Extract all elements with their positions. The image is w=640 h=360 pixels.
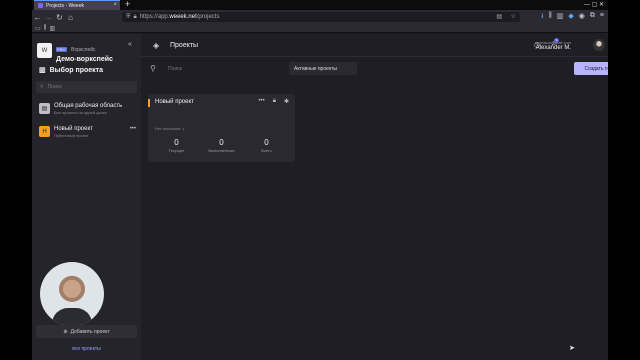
stat-value: 0 (264, 138, 269, 147)
project-avatar-icon: Н (39, 126, 50, 137)
new-tab-button[interactable]: + (125, 0, 130, 9)
account-icon[interactable]: ◉ (579, 12, 585, 23)
stat-value: 0 (219, 138, 224, 147)
layers-icon: ◈ (153, 41, 160, 50)
shield-icon: ⛨ (126, 13, 131, 20)
sidebar-toggle-icon[interactable]: ▥ (49, 25, 55, 32)
sidebar-icon[interactable]: ▥ (557, 12, 564, 23)
url-text: https://app.weeek.net/projects (139, 14, 220, 20)
close-tab-icon[interactable]: × (113, 2, 117, 8)
home-icon[interactable]: ⌂ (65, 13, 76, 22)
stat-total: 0 Всего (245, 138, 289, 153)
stat-label: Текущие (168, 148, 185, 153)
add-project-button[interactable]: ⊕ Добавить проект (36, 325, 137, 338)
status-filter-select[interactable]: Активные проекты (289, 62, 357, 75)
user-name: Alexander M. (535, 45, 571, 51)
create-project-button[interactable]: Создать проект (574, 62, 608, 75)
search-icon[interactable]: ⚲ (150, 64, 156, 73)
workspace-switcher[interactable]: W PRO Воркспейс Демо-воркспейс (37, 38, 113, 63)
favicon-icon (38, 3, 43, 8)
main-content: ◈ Проекты ◷ ♫ 1 avnelson@mail.com Alexand… (141, 34, 608, 360)
stat-label: Всего (261, 148, 272, 153)
bookmark-star-icon[interactable]: ☆ (511, 13, 516, 20)
webcam-overlay (40, 262, 104, 326)
extension-icon[interactable]: ◆ (568, 12, 573, 23)
menu-icon[interactable]: ≡ (600, 12, 604, 23)
project-name: Новый проект (155, 99, 194, 105)
project-accent-bar (148, 99, 150, 107)
reload-icon[interactable]: ↻ (54, 13, 65, 22)
workspace-subtitle: Воркспейс (71, 47, 96, 53)
project-card[interactable]: Новый проект ••• 🔒︎ ✱ Нет описания :( 0 … (148, 94, 295, 162)
extensions-icon[interactable]: ⧉ (590, 12, 595, 23)
bookmarks-bar: ▭ ⫼ ▥ (32, 24, 608, 33)
back-icon[interactable]: ← (32, 13, 43, 22)
project-stats: 0 Текущие 0 Выполненные 0 Всего (148, 138, 295, 153)
bookmark-toggle-icon[interactable]: ▭ (35, 25, 41, 32)
sidebar-item-new-project[interactable]: Н Новый проект Публичный проект ••• (35, 123, 138, 143)
tab-title: Projects - Weeek (46, 2, 84, 9)
more-options-icon[interactable]: ••• (130, 126, 136, 132)
stat-label: Выполненные (208, 148, 235, 153)
project-description: Нет описания :( (155, 126, 184, 131)
collapse-sidebar-icon[interactable]: « (128, 41, 132, 48)
forward-icon[interactable]: → (43, 13, 54, 22)
library-icon[interactable]: ⫼ (549, 12, 552, 23)
board-icon: ▤ (39, 103, 50, 114)
workspace-name: Демо-воркспейс (56, 56, 113, 63)
library-shelf-icon[interactable]: ⫼ (44, 25, 47, 32)
toolbar-icons: ⭳ ⫼ ▥ ◆ ◉ ⧉ ≡ (541, 12, 604, 23)
lock-icon[interactable]: 🔒︎ (273, 98, 276, 105)
book-icon: ▥ (39, 67, 46, 74)
reader-icon[interactable]: ▤ (496, 13, 502, 20)
browser-tab[interactable]: Projects - Weeek × (34, 0, 120, 10)
sidebar-item-title: Общая рабочая область (54, 103, 123, 109)
sidebar-item-subtitle: Все проекты на одной доске (54, 110, 107, 115)
stat-completed: 0 Выполненные (200, 138, 244, 153)
card-actions: ••• 🔒︎ ✱ (258, 98, 289, 105)
sidebar-item-title: Новый проект (54, 126, 93, 132)
lock-icon: 🔒︎ (133, 13, 137, 20)
tab-strip: Projects - Weeek × + — ▢ ✕ (32, 0, 608, 10)
project-select-heading: ▥ Выбор проекта (39, 66, 103, 75)
all-projects-link[interactable]: все проекты (32, 346, 141, 352)
plus-circle-icon: ⊕ (63, 328, 68, 335)
settings-icon[interactable]: ✱ (284, 98, 289, 105)
avatar[interactable] (593, 39, 605, 51)
sidebar-item-subtitle: Публичный проект (54, 133, 89, 138)
top-bar: ◈ Проекты ◷ ♫ 1 avnelson@mail.com Alexand… (141, 34, 608, 57)
project-search-input[interactable]: Поиск (168, 66, 182, 72)
browser-window: Projects - Weeek × + — ▢ ✕ ← → ↻ ⌂ ⛨ 🔒︎ … (32, 0, 608, 360)
projects-toolbar: ⚲ Поиск Активные проекты Создать проект (141, 58, 608, 82)
page-title: Проекты (170, 42, 199, 49)
search-icon: ⚲ (40, 84, 44, 90)
plan-badge: PRO (56, 47, 67, 52)
download-icon[interactable]: ⭳ (541, 12, 543, 23)
url-bar[interactable]: ⛨ 🔒︎ https://app.weeek.net/projects ▤ ☆ (122, 12, 520, 22)
sidebar-item-common-area[interactable]: ▤ Общая рабочая область Все проекты на о… (35, 100, 138, 120)
nav-bar: ← → ↻ ⌂ ⛨ 🔒︎ https://app.weeek.net/proje… (32, 10, 608, 24)
stat-value: 0 (174, 138, 179, 147)
stat-current: 0 Текущие (155, 138, 199, 153)
workspace-logo: W (37, 43, 52, 58)
app-sidebar: W PRO Воркспейс Демо-воркспейс « ▥ Выбор… (32, 34, 141, 360)
sidebar-search-input[interactable]: ⚲ Поиск (36, 81, 137, 93)
window-controls[interactable]: — ▢ ✕ (584, 1, 604, 8)
more-options-icon[interactable]: ••• (258, 98, 264, 105)
mouse-cursor-icon: ➤ (569, 345, 575, 352)
